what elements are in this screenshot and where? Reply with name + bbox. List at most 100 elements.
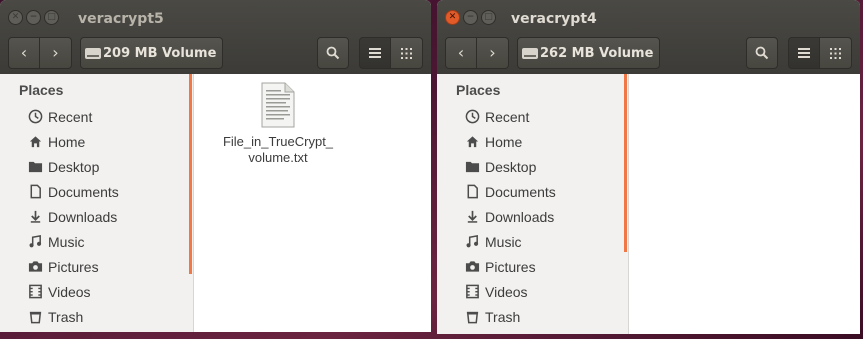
music-icon xyxy=(464,234,480,250)
sidebar-item-documents[interactable]: Documents xyxy=(437,179,628,204)
list-view-button[interactable] xyxy=(788,37,820,69)
back-button[interactable]: ‹ xyxy=(445,37,477,69)
sidebar-item-videos[interactable]: Videos xyxy=(437,279,628,304)
minimize-icon[interactable]: − xyxy=(463,10,478,25)
forward-button[interactable]: › xyxy=(40,37,72,69)
sidebar-item-label: Home xyxy=(48,133,86,150)
sidebar-item-recent[interactable]: Recent xyxy=(0,104,193,129)
pictures-icon xyxy=(464,259,480,275)
recent-icon xyxy=(464,109,480,125)
videos-icon xyxy=(464,284,480,300)
chevron-left-icon: ‹ xyxy=(20,43,28,62)
sidebar-item-label: Pictures xyxy=(485,258,536,275)
file-name-line1: File_in_TrueCrypt_ xyxy=(222,134,334,149)
desktop-icon xyxy=(464,159,480,175)
location-button[interactable]: 209 MB Volume xyxy=(80,37,224,69)
sidebar-item-label: Recent xyxy=(48,108,93,125)
maximize-icon[interactable]: □ xyxy=(481,10,496,25)
documents-icon xyxy=(464,184,480,200)
sidebar-item-desktop[interactable]: Desktop xyxy=(0,154,193,179)
right-tools xyxy=(746,37,852,69)
sidebar-item-label: Documents xyxy=(48,183,119,200)
list-view-button[interactable] xyxy=(359,37,391,69)
sidebar-item-music[interactable]: Music xyxy=(437,229,628,254)
view-toggle xyxy=(788,37,852,69)
grid-view-icon xyxy=(830,48,841,59)
search-icon xyxy=(755,46,769,60)
nav-buttons: ‹ › xyxy=(8,37,72,69)
sidebar-item-downloads[interactable]: Downloads xyxy=(437,204,628,229)
text-file-icon xyxy=(261,82,295,128)
trash-icon xyxy=(27,309,43,325)
sidebar-item-documents[interactable]: Documents xyxy=(0,179,193,204)
sidebar-item-label: Trash xyxy=(485,308,521,325)
search-icon xyxy=(326,46,340,60)
file-manager-window-veracrypt4: ✕ − □ veracrypt4 ‹ › 262 MB Volume Place… xyxy=(437,0,860,334)
sidebar-item-label: Music xyxy=(48,233,85,250)
view-toggle xyxy=(359,37,423,69)
home-icon xyxy=(464,134,480,150)
sidebar-item-label: Downloads xyxy=(48,208,118,225)
sidebar-item-label: Pictures xyxy=(48,258,99,275)
search-button[interactable] xyxy=(746,37,778,69)
grid-view-icon xyxy=(401,48,412,59)
close-icon[interactable]: ✕ xyxy=(8,10,23,25)
file-view[interactable]: File_in_TrueCrypt_ volume.txt xyxy=(194,74,431,332)
sidebar-item-recent[interactable]: Recent xyxy=(437,104,628,129)
file-manager-window-veracrypt5: ✕ − □ veracrypt5 ‹ › 209 MB Volume Place… xyxy=(0,0,431,332)
sidebar-item-music[interactable]: Music xyxy=(0,229,193,254)
nav-buttons: ‹ › xyxy=(445,37,509,69)
sidebar-item-trash[interactable]: Trash xyxy=(437,304,628,329)
maximize-icon[interactable]: □ xyxy=(44,10,59,25)
toolbar: ‹ › 209 MB Volume xyxy=(8,36,423,70)
chevron-left-icon: ‹ xyxy=(457,43,465,62)
toolbar: ‹ › 262 MB Volume xyxy=(445,36,852,70)
location-label: 209 MB Volume xyxy=(103,45,217,61)
sidebar-scrollbar[interactable] xyxy=(624,74,627,252)
minimize-icon[interactable]: − xyxy=(26,10,41,25)
sidebar-item-label: Recent xyxy=(485,108,530,125)
file-item[interactable]: File_in_TrueCrypt_ volume.txt xyxy=(212,82,344,166)
chevron-right-icon: › xyxy=(489,43,496,62)
sidebar-item-videos[interactable]: Videos xyxy=(0,279,193,304)
sidebar-item-label: Desktop xyxy=(48,158,100,175)
titlebar[interactable]: ✕ − □ veracrypt4 ‹ › 262 MB Volume xyxy=(437,0,860,74)
sidebar-item-desktop[interactable]: Desktop xyxy=(437,154,628,179)
file-name-line2: volume.txt xyxy=(248,150,308,165)
window-title: veracrypt4 xyxy=(511,11,597,27)
sidebar-item-pictures[interactable]: Pictures xyxy=(0,254,193,279)
places-header: Places xyxy=(456,82,501,98)
location-button[interactable]: 262 MB Volume xyxy=(517,37,661,69)
search-button[interactable] xyxy=(317,37,349,69)
sidebar-item-downloads[interactable]: Downloads xyxy=(0,204,193,229)
sidebar-item-label: Videos xyxy=(48,283,91,300)
grid-view-button[interactable] xyxy=(391,37,423,69)
desktop-icon xyxy=(27,159,43,175)
back-button[interactable]: ‹ xyxy=(8,37,40,69)
window-content: Places Recent Home Desktop Documents Dow… xyxy=(0,74,431,332)
sidebar-item-label: Home xyxy=(485,133,523,150)
close-icon[interactable]: ✕ xyxy=(445,10,460,25)
sidebar-item-home[interactable]: Home xyxy=(437,129,628,154)
videos-icon xyxy=(27,284,43,300)
downloads-icon xyxy=(27,209,43,225)
location-label: 262 MB Volume xyxy=(540,45,654,61)
list-view-icon xyxy=(798,48,810,58)
drive-icon xyxy=(85,47,101,59)
sidebar-item-label: Downloads xyxy=(485,208,555,225)
documents-icon xyxy=(27,184,43,200)
downloads-icon xyxy=(464,209,480,225)
right-tools xyxy=(317,37,423,69)
sidebar-item-trash[interactable]: Trash xyxy=(0,304,193,329)
titlebar[interactable]: ✕ − □ veracrypt5 ‹ › 209 MB Volume xyxy=(0,0,431,74)
sidebar-item-pictures[interactable]: Pictures xyxy=(437,254,628,279)
music-icon xyxy=(27,234,43,250)
forward-button[interactable]: › xyxy=(477,37,509,69)
sidebar-item-label: Videos xyxy=(485,283,528,300)
sidebar-item-label: Desktop xyxy=(485,158,537,175)
sidebar-item-home[interactable]: Home xyxy=(0,129,193,154)
grid-view-button[interactable] xyxy=(820,37,852,69)
file-view[interactable] xyxy=(629,74,860,334)
sidebar-scrollbar[interactable] xyxy=(189,74,192,274)
window-title: veracrypt5 xyxy=(78,11,164,27)
